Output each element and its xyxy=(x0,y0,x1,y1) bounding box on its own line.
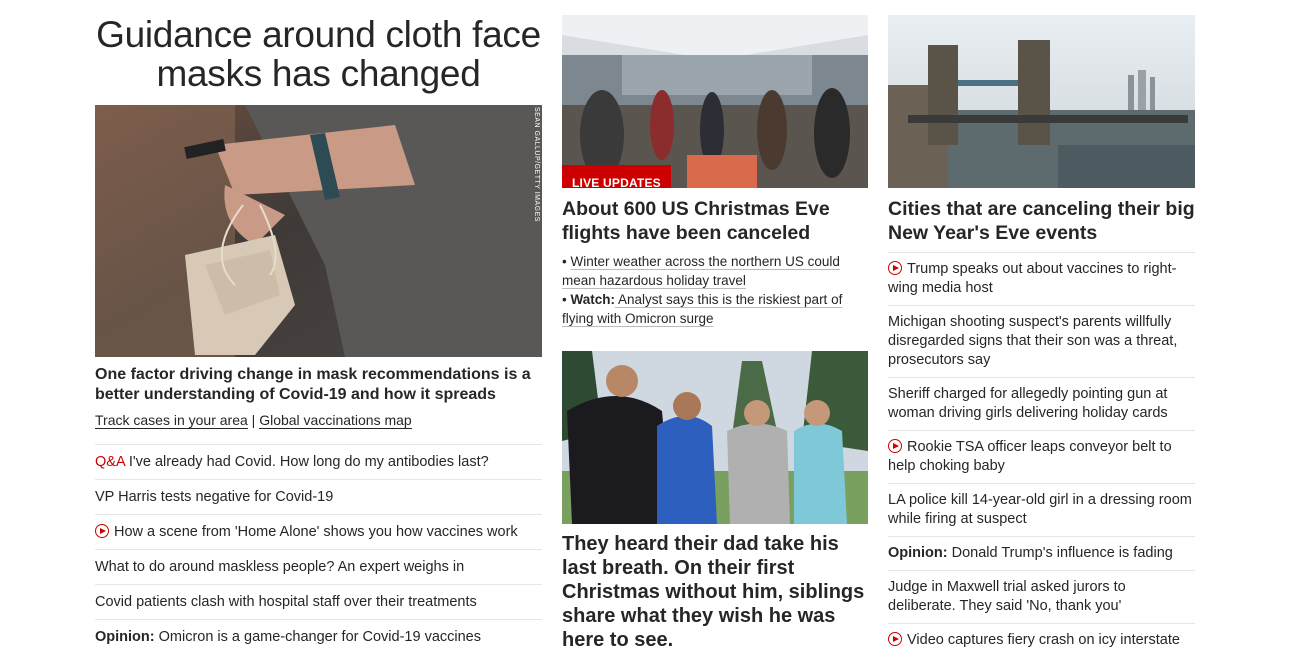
live-updates-badge[interactable]: LIVE UPDATES xyxy=(562,165,671,188)
nye-headline[interactable]: Cities that are canceling their big New … xyxy=(888,197,1195,245)
middle-column: LIVE UPDATES About 600 US Christmas Eve … xyxy=(562,0,868,652)
links-separator: | xyxy=(247,412,260,428)
list-item[interactable]: Sheriff charged for allegedly pointing g… xyxy=(888,377,1195,430)
lead-related-list: Q&A I've already had Covid. How long do … xyxy=(95,444,542,654)
mask-photo[interactable]: SEAN GALLUP/GETTY IMAGES xyxy=(95,105,542,357)
list-item-text: How a scene from 'Home Alone' shows you … xyxy=(114,524,518,540)
list-item-text: Trump speaks out about vaccines to right… xyxy=(888,261,1177,296)
play-video-icon xyxy=(95,524,109,538)
list-item-text: Sheriff charged for allegedly pointing g… xyxy=(888,386,1168,421)
lead-links: Track cases in your area | Global vaccin… xyxy=(95,411,542,429)
flights-headline[interactable]: About 600 US Christmas Eve flights have … xyxy=(562,197,868,245)
list-item[interactable]: Covid patients clash with hospital staff… xyxy=(95,584,542,619)
list-item-text: I've already had Covid. How long do my a… xyxy=(124,454,489,470)
list-item[interactable]: What to do around maskless people? An ex… xyxy=(95,549,542,584)
list-item[interactable]: Trump speaks out about vaccines to right… xyxy=(888,252,1195,305)
qa-label: Q&A xyxy=(95,454,125,470)
list-item-text: Omicron is a game-changer for Covid-19 v… xyxy=(154,629,481,645)
play-video-icon xyxy=(888,439,902,453)
siblings-headline[interactable]: They heard their dad take his last breat… xyxy=(562,532,868,652)
list-item[interactable]: How a scene from 'Home Alone' shows you … xyxy=(95,514,542,549)
right-column: Cities that are canceling their big New … xyxy=(888,0,1195,657)
list-item[interactable]: LA police kill 14-year-old girl in a dre… xyxy=(888,483,1195,536)
right-related-list: Trump speaks out about vaccines to right… xyxy=(888,252,1195,657)
list-item-text: Judge in Maxwell trial asked jurors to d… xyxy=(888,579,1126,614)
bullet-text: Winter weather across the northern US co… xyxy=(562,254,840,288)
flights-bullet-1[interactable]: • Winter weather across the northern US … xyxy=(562,252,868,290)
lead-story-column: Guidance around cloth face masks has cha… xyxy=(95,0,542,654)
watch-label: Watch: xyxy=(570,292,615,307)
photo-credit: SEAN GALLUP/GETTY IMAGES xyxy=(533,107,540,222)
opinion-label: Opinion: xyxy=(888,545,948,561)
play-video-icon xyxy=(888,632,902,646)
list-item[interactable]: Michigan shooting suspect's parents will… xyxy=(888,305,1195,377)
airport-photo[interactable]: LIVE UPDATES xyxy=(562,15,868,188)
list-item-text: Michigan shooting suspect's parents will… xyxy=(888,314,1178,368)
list-item-text: Video captures fiery crash on icy inters… xyxy=(907,632,1180,648)
list-item-text: Covid patients clash with hospital staff… xyxy=(95,594,477,610)
list-item-text: Rookie TSA officer leaps conveyor belt t… xyxy=(888,439,1172,474)
opinion-label: Opinion: xyxy=(95,629,155,645)
list-item-text: VP Harris tests negative for Covid-19 xyxy=(95,489,334,505)
list-item-text: Donald Trump's influence is fading xyxy=(947,545,1173,561)
flights-bullet-2[interactable]: • Watch: Analyst says this is the riskie… xyxy=(562,290,868,328)
play-video-icon xyxy=(888,261,902,275)
list-item[interactable]: VP Harris tests negative for Covid-19 xyxy=(95,479,542,514)
list-item[interactable]: Judge in Maxwell trial asked jurors to d… xyxy=(888,570,1195,623)
list-item[interactable]: Q&A I've already had Covid. How long do … xyxy=(95,444,542,479)
list-item-text: What to do around maskless people? An ex… xyxy=(95,559,465,575)
list-item[interactable]: Rookie TSA officer leaps conveyor belt t… xyxy=(888,430,1195,483)
list-item-text: LA police kill 14-year-old girl in a dre… xyxy=(888,492,1192,527)
tower-bridge-photo[interactable] xyxy=(888,15,1195,188)
family-photo[interactable] xyxy=(562,351,868,524)
lead-headline[interactable]: Guidance around cloth face masks has cha… xyxy=(95,15,542,93)
list-item[interactable]: Opinion: Donald Trump's influence is fad… xyxy=(888,536,1195,570)
list-item[interactable]: Video captures fiery crash on icy inters… xyxy=(888,623,1195,657)
track-cases-link[interactable]: Track cases in your area xyxy=(95,412,248,429)
vaccinations-map-link[interactable]: Global vaccinations map xyxy=(259,412,412,429)
list-item[interactable]: Opinion: Omicron is a game-changer for C… xyxy=(95,619,542,654)
lead-summary[interactable]: One factor driving change in mask recomm… xyxy=(95,365,542,405)
